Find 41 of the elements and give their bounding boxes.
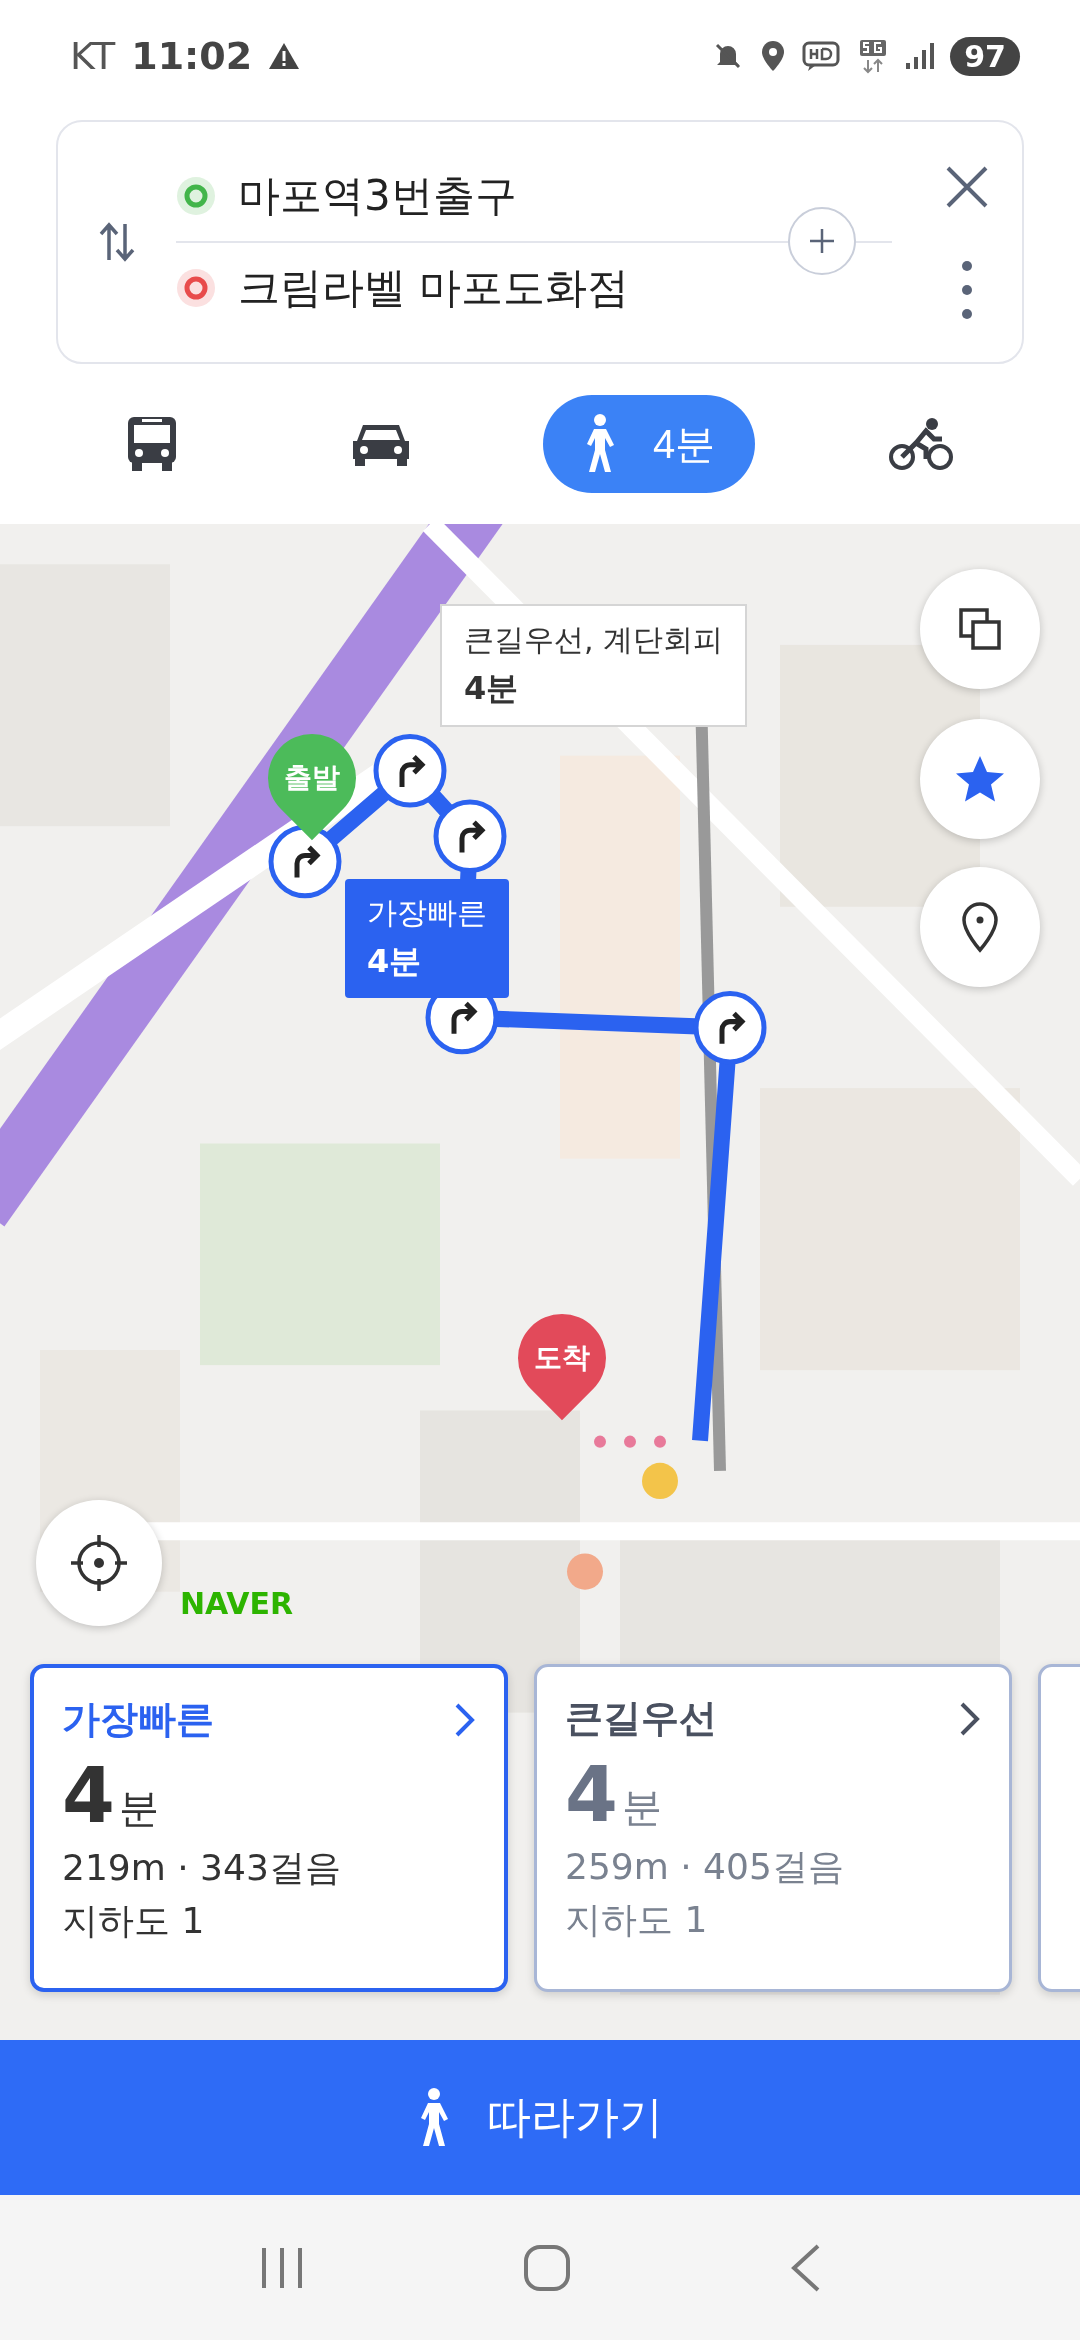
duration-value: 4 <box>62 1751 115 1840</box>
route-detail: 지하도 1 <box>62 1899 206 1943</box>
more-options-icon[interactable] <box>961 260 973 320</box>
distance-steps: 219m · 343걸음 <box>62 1844 476 1893</box>
route-card[interactable]: 가장빠른 4 분 219m · 343걸음 지하도 1 <box>30 1664 508 1992</box>
route-type: 큰길우선 <box>565 1695 717 1742</box>
distance-steps: 259m · 405걸음 <box>565 1843 981 1892</box>
route-detail: 지하도 1 <box>565 1898 709 1942</box>
hd-voice-icon <box>802 40 843 72</box>
origin-dot-icon <box>176 176 216 216</box>
destination-dot-icon <box>176 268 216 308</box>
follow-button[interactable]: 따라가기 <box>0 2040 1080 2195</box>
walk-mode-tab[interactable]: 4분 <box>543 395 756 493</box>
bus-icon <box>126 415 179 473</box>
origin-field[interactable]: 마포역3번출구 <box>176 151 912 241</box>
route-type: 가장빠른 <box>62 1696 214 1743</box>
callout-title: 가장빠른 <box>367 894 487 932</box>
destination-field[interactable]: 크림라벨 마포도화점 <box>176 243 912 333</box>
warning-icon <box>268 42 301 70</box>
duration-value: 4 <box>565 1750 618 1839</box>
location-icon <box>760 40 787 72</box>
chevron-right-icon <box>959 1700 981 1737</box>
duration-unit: 분 <box>621 1783 662 1832</box>
5g-signal-icon <box>858 38 889 74</box>
callout-time: 4분 <box>464 668 520 709</box>
bicycle-icon <box>887 417 954 471</box>
battery-level: 97 <box>950 36 1020 76</box>
duration-unit: 분 <box>118 1784 159 1833</box>
route-callout[interactable]: 가장빠른 4분 <box>345 879 509 998</box>
carrier: KT <box>70 34 116 78</box>
callout-title: 큰길우선, 계단회피 <box>464 621 724 659</box>
chevron-right-icon <box>454 1701 476 1738</box>
cell-signal-icon <box>904 41 935 71</box>
route-callout[interactable]: 큰길우선, 계단회피 4분 <box>440 604 748 727</box>
plus-icon <box>807 226 837 256</box>
route-card[interactable]: 큰길우선 4 분 259m · 405걸음 지하도 1 <box>534 1664 1012 1992</box>
clock: 11:02 <box>131 34 253 78</box>
map-logo: NAVER <box>180 1586 294 1621</box>
home-icon[interactable] <box>522 2242 572 2293</box>
callout-time: 4분 <box>367 941 423 982</box>
close-icon[interactable] <box>944 164 990 210</box>
